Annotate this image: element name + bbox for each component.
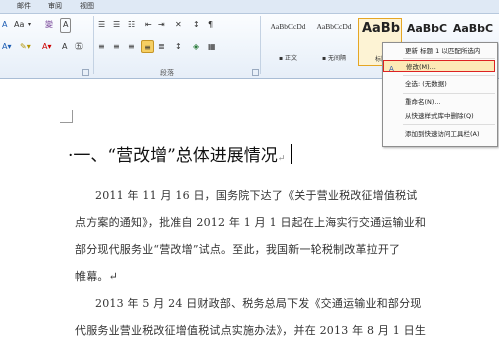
change-case-icon[interactable]: Aa xyxy=(14,18,24,31)
bullets-icon[interactable]: ☰ xyxy=(98,18,105,31)
menu-separator xyxy=(403,58,495,59)
style-name: ▪ 正文 xyxy=(279,55,297,62)
shading-icon[interactable]: ◈ xyxy=(193,40,199,53)
menu-item-rename[interactable]: 重命名(N)... xyxy=(383,96,495,108)
font-color-icon[interactable]: A▾ xyxy=(42,40,52,53)
justify-icon[interactable]: ≡ xyxy=(141,40,154,53)
heading-text: ·一、“营改增”总体进展情况 xyxy=(68,146,278,166)
highlight-color-icon[interactable]: ✎▾ xyxy=(20,40,31,53)
tab-review[interactable]: 审阅 xyxy=(48,1,62,11)
menu-item-label: 重命名(N)... xyxy=(405,98,441,106)
increase-indent-icon[interactable]: ⇥ xyxy=(158,18,165,31)
menu-separator xyxy=(403,75,495,76)
decrease-indent-icon[interactable]: ⇤ xyxy=(145,18,152,31)
multilevel-list-icon[interactable]: ☷ xyxy=(128,18,135,31)
distributed-icon[interactable]: ≣ xyxy=(158,40,165,53)
style-context-menu: 更新 标题 1 以匹配所选内 A 修改(M)... 全选: (无数据) 重命名(… xyxy=(382,42,498,147)
style-sample: AaBbC xyxy=(452,22,494,35)
group-separator xyxy=(93,16,94,74)
body-line[interactable]: 部分现代服务业“营改增”试点。至此，我国新一轮税制改革拉开了 xyxy=(75,241,400,257)
numbering-icon[interactable]: ☰ xyxy=(113,18,120,31)
align-left-icon[interactable]: ≡ xyxy=(98,40,105,53)
menu-item-modify[interactable]: A 修改(M)... xyxy=(383,60,495,73)
text-cursor xyxy=(291,144,292,164)
body-line[interactable]: 2013 年 5 月 24 日财政部、税务总局下发《交通运输业和部分现 xyxy=(95,295,421,311)
enclosed-char-icon[interactable]: ㊄ xyxy=(75,40,83,53)
align-right-icon[interactable]: ≡ xyxy=(128,40,135,53)
sort-icon[interactable]: ↕ xyxy=(193,18,200,31)
menu-item-add-to-qat[interactable]: 添加到快速访问工具栏(A) xyxy=(383,128,495,140)
menu-separator xyxy=(403,93,495,94)
menu-item-label: 从快速样式库中删除(Q) xyxy=(405,112,474,120)
modify-style-icon: A xyxy=(389,65,394,73)
body-line[interactable]: 2011 年 11 月 16 日，国务院下达了《关于营业税改征增值税试 xyxy=(95,187,417,203)
borders-icon[interactable]: ▦ xyxy=(208,40,216,53)
body-line[interactable]: 帷幕。↵ xyxy=(75,268,118,284)
font-dialog-launcher-icon[interactable] xyxy=(82,69,89,76)
show-marks-icon[interactable]: ¶ xyxy=(208,18,213,31)
document-heading[interactable]: ·一、“营改增”总体进展情况↵ xyxy=(68,141,285,166)
style-normal[interactable]: AaBbCcDd ▪ 正文 xyxy=(266,18,310,66)
tab-view[interactable]: 视图 xyxy=(80,1,94,11)
clear-format-icon[interactable]: A xyxy=(2,18,7,31)
menu-item-label: 全选: (无数据) xyxy=(405,80,447,88)
menu-item-label: 修改(M)... xyxy=(406,63,436,71)
enclose-char-icon[interactable]: A xyxy=(60,18,72,33)
line-spacing-icon[interactable]: ↕ xyxy=(175,40,182,53)
change-case-dropdown-icon[interactable]: ▾ xyxy=(28,18,31,31)
menu-item-label: 添加到快速访问工具栏(A) xyxy=(405,130,480,138)
char-shading-icon[interactable]: A xyxy=(62,40,67,53)
paragraph-mark: ↵ xyxy=(277,154,286,164)
style-sample: AaBbC xyxy=(406,22,448,35)
text-effect-icon[interactable]: A▾ xyxy=(2,40,12,53)
menu-item-remove-from-gallery[interactable]: 从快速样式库中删除(Q) xyxy=(383,110,495,122)
align-center-icon[interactable]: ≡ xyxy=(113,40,120,53)
page-margin-corner xyxy=(60,110,73,123)
tab-mailings[interactable]: 邮件 xyxy=(17,1,31,11)
chinese-layout-icon[interactable]: ✕ xyxy=(175,18,182,31)
paragraph-dialog-launcher-icon[interactable] xyxy=(252,69,259,76)
menu-separator xyxy=(403,124,495,125)
style-no-spacing[interactable]: AaBbCcDd ▪ 无间隔 xyxy=(312,18,356,66)
body-line[interactable]: 点方案的通知》，批准自 2012 年 1 月 1 日起在上海实行交通运输业和 xyxy=(75,214,426,230)
phonetic-guide-icon[interactable]: 變 xyxy=(45,18,53,31)
menu-item-update-style[interactable]: 更新 标题 1 以匹配所选内 xyxy=(383,45,495,57)
style-sample: AaBbCcDd xyxy=(270,22,306,31)
menu-item-select-all[interactable]: 全选: (无数据) xyxy=(383,78,495,90)
menu-item-label: 更新 标题 1 以匹配所选内 xyxy=(405,47,481,55)
group-separator xyxy=(260,16,261,74)
style-sample: AaBb xyxy=(361,21,401,36)
style-name: ▪ 无间隔 xyxy=(322,55,346,62)
ribbon-tab-bar: 邮件 审阅 视图 xyxy=(0,0,499,14)
paragraph-group-label: 段落 xyxy=(160,69,174,77)
body-line[interactable]: 代服务业营业税改征增值税试点实施办法》，并在 2013 年 8 月 1 日生 xyxy=(75,322,426,338)
style-sample: AaBbCcDd xyxy=(316,22,352,31)
